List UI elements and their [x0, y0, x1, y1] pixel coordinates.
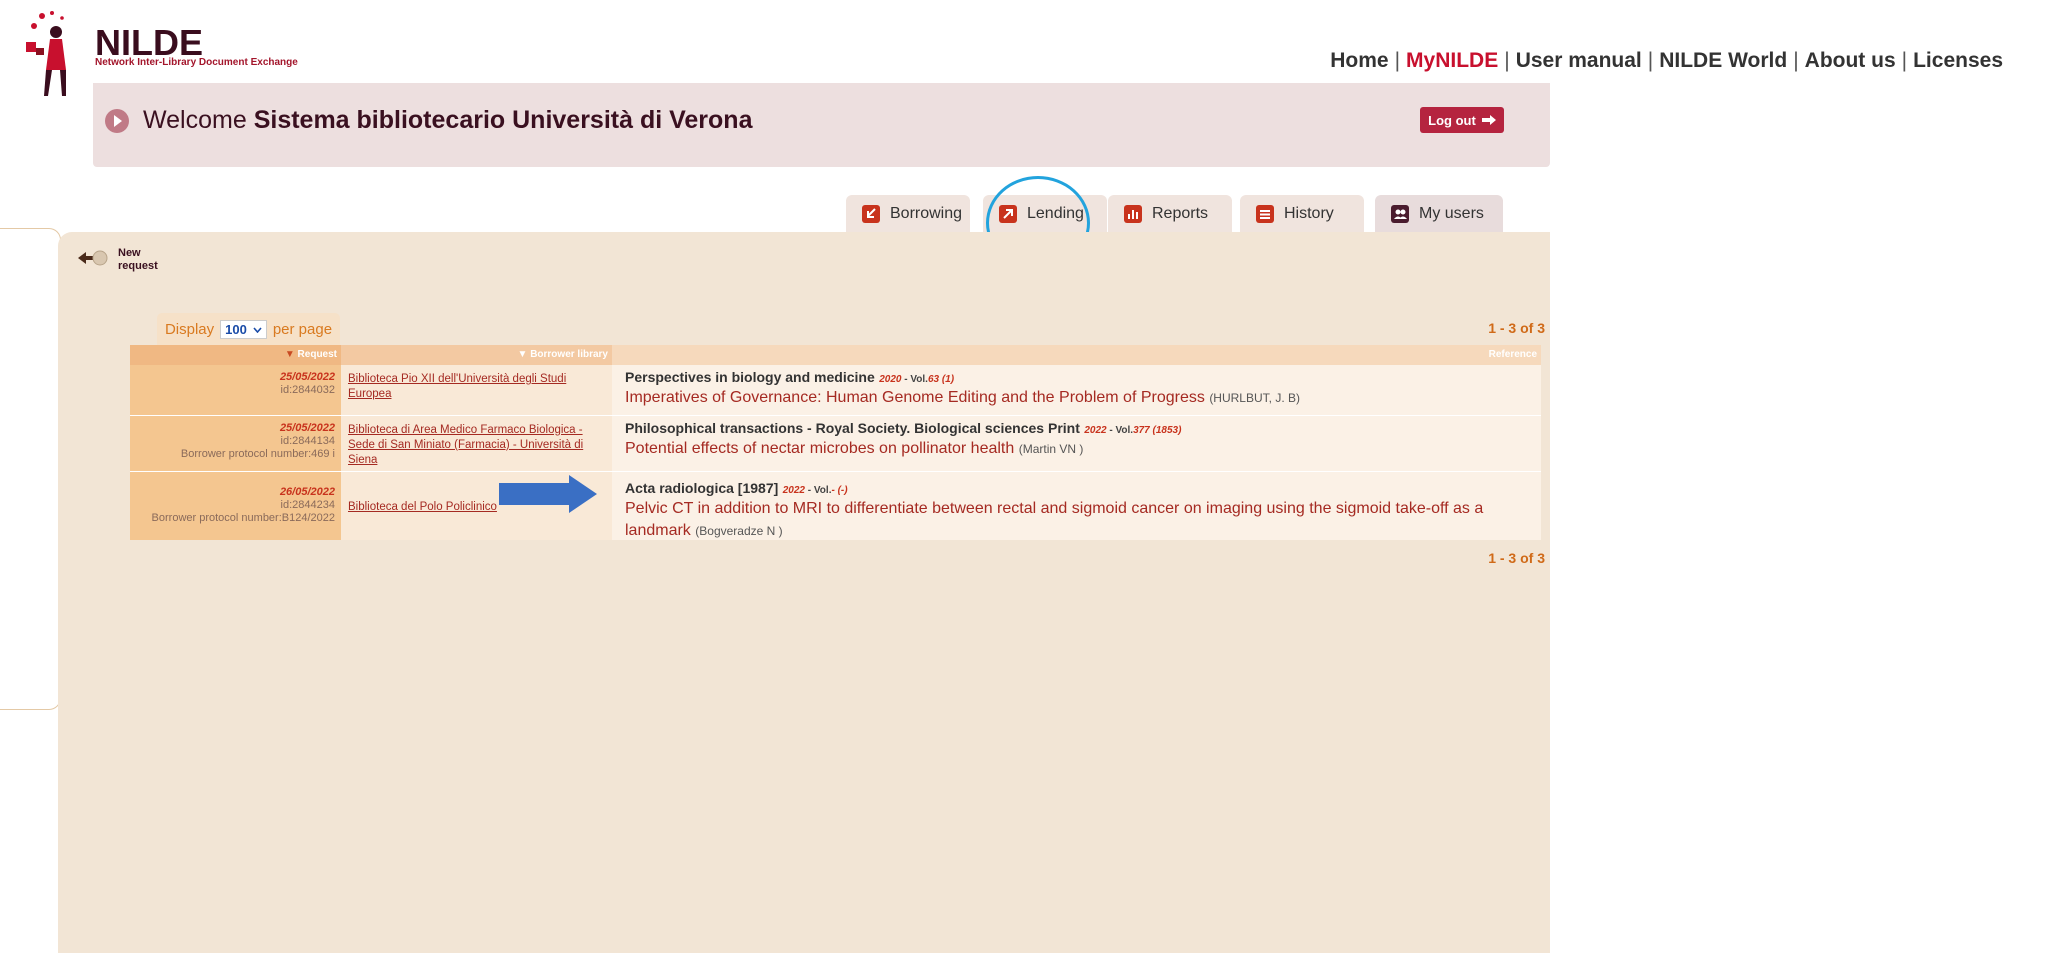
borrower-protocol-number: Borrower protocol number:469 i [180, 448, 335, 460]
request-cell: 25/05/2022 id:2844134 Borrower protocol … [130, 416, 341, 471]
nav-separator: | [1504, 49, 1510, 72]
column-header-request[interactable]: ▼ Request [130, 345, 341, 365]
reference-cell: Acta radiologica [1987] 2022 - Vol.- (-)… [612, 472, 1541, 540]
borrower-cell: Biblioteca di Area Medico Farmaco Biolog… [341, 416, 612, 471]
tab-borrowing[interactable]: Borrowing [846, 195, 970, 233]
volume-label: - Vol. [904, 374, 928, 385]
reference-cell: Perspectives in biology and medicine 202… [612, 365, 1541, 415]
display-label: Display [164, 321, 215, 338]
article-author: (HURLBUT, J. B) [1209, 391, 1300, 405]
tab-borrowing-label: Borrowing [890, 205, 963, 222]
tab-reports[interactable]: Reports [1108, 195, 1232, 233]
welcome-message: Welcome Sistema bibliotecario Università… [143, 106, 752, 135]
column-request-label: Request [297, 349, 337, 360]
journal-title: Acta radiologica [1987] [625, 480, 779, 496]
logo-subtitle: Network Inter-Library Document Exchange [95, 57, 298, 68]
welcome-prefix: Welcome [143, 106, 247, 134]
table-row[interactable]: 26/05/2022 id:2844234 Borrower protocol … [130, 472, 1541, 540]
request-date: 26/05/2022 [279, 486, 335, 498]
journal-year: 2022 [1084, 425, 1107, 436]
pager-top: 1 - 3 of 3 [1488, 320, 1545, 336]
nav-separator: | [1394, 49, 1401, 72]
article-title[interactable]: Imperatives of Governance: Human Genome … [625, 389, 1205, 406]
per-page-select[interactable]: 100 [220, 320, 267, 339]
arrow-right-icon [1481, 115, 1496, 125]
tab-my-users-label: My users [1419, 205, 1484, 222]
column-borrower-label: Borrower library [530, 349, 608, 360]
sort-triangle-icon: ▼ [517, 349, 528, 360]
request-date: 25/05/2022 [279, 422, 335, 434]
sort-triangle-icon: ▼ [284, 349, 295, 360]
tab-reports-label: Reports [1152, 205, 1209, 222]
display-per-page-control: Display 100 per page [157, 313, 340, 346]
new-request-icon[interactable] [78, 248, 108, 268]
play-circle-icon [105, 109, 129, 133]
borrower-library-link[interactable]: Biblioteca del Polo Policlinico [348, 501, 497, 513]
request-id: id:2844234 [280, 499, 335, 511]
nav-separator: | [1647, 49, 1654, 72]
table-header: ▼ Request ▼ Borrower library Reference [130, 345, 1541, 365]
logout-label: Log out [1428, 112, 1476, 128]
article-title[interactable]: Potential effects of nectar microbes on … [625, 440, 1014, 457]
nav-home[interactable]: Home [1330, 49, 1388, 73]
nav-nilde-world[interactable]: NILDE World [1659, 49, 1787, 73]
nav-about-us[interactable]: About us [1805, 49, 1896, 73]
nav-mynilde[interactable]: MyNILDE [1406, 49, 1498, 73]
volume-label: - Vol. [1109, 425, 1134, 436]
reports-icon [1124, 205, 1142, 223]
table-row[interactable]: 25/05/2022 id:2844032 Biblioteca Pio XII… [130, 365, 1541, 415]
nilde-logo-figure [26, 11, 66, 96]
welcome-bar: Welcome Sistema bibliotecario Università… [93, 83, 1550, 167]
my-users-icon [1391, 205, 1409, 223]
nav-separator: | [1901, 49, 1908, 72]
library-name: Sistema bibliotecario Università di Vero… [253, 106, 753, 134]
nav-user-manual[interactable]: User manual [1516, 49, 1642, 73]
journal-year: 2022 [782, 485, 805, 496]
request-id: id:2844032 [280, 384, 335, 396]
logout-button[interactable]: Log out [1420, 107, 1504, 133]
volume-label: - Vol. [807, 485, 832, 496]
journal-title: Perspectives in biology and medicine [625, 369, 875, 385]
table-row[interactable]: 25/05/2022 id:2844134 Borrower protocol … [130, 416, 1541, 471]
article-author: (Bogveradze N ) [695, 524, 783, 538]
column-header-borrower[interactable]: ▼ Borrower library [341, 345, 612, 365]
journal-volume: 377 (1853) [1133, 425, 1182, 436]
borrower-cell: Biblioteca Pio XII dell'Università degli… [341, 365, 612, 415]
borrower-protocol-number: Borrower protocol number:B124/2022 [151, 512, 335, 524]
journal-year: 2020 [879, 374, 902, 385]
nav-licenses[interactable]: Licenses [1913, 49, 2003, 73]
borrowing-icon [862, 205, 880, 223]
top-navigation: Home | MyNILDE | User manual | NILDE Wor… [1330, 49, 2003, 73]
nav-separator: | [1793, 49, 1799, 72]
request-date: 25/05/2022 [279, 371, 335, 383]
request-id: id:2844134 [280, 435, 335, 447]
history-icon [1256, 205, 1274, 223]
per-page-label: per page [272, 321, 333, 338]
journal-volume: 63 (1) [927, 374, 955, 385]
column-reference-label: Reference [1488, 349, 1537, 360]
pager-bottom: 1 - 3 of 3 [1488, 550, 1545, 566]
left-side-panel [0, 228, 61, 710]
borrower-library-link[interactable]: Biblioteca di Area Medico Farmaco Biolog… [348, 424, 583, 466]
request-cell: 26/05/2022 id:2844234 Borrower protocol … [130, 472, 341, 540]
article-author: (Martin VN ) [1018, 442, 1084, 456]
tab-history[interactable]: History [1240, 195, 1364, 233]
chevron-down-icon [253, 326, 262, 333]
journal-volume: - (-) [831, 485, 848, 496]
tab-my-users[interactable]: My users [1375, 195, 1503, 233]
column-header-reference[interactable]: Reference [612, 345, 1541, 365]
reference-cell: Philosophical transactions - Royal Socie… [612, 416, 1541, 471]
tab-history-label: History [1284, 205, 1334, 222]
new-request-link[interactable]: New request [118, 247, 168, 273]
journal-title: Philosophical transactions - Royal Socie… [625, 420, 1080, 436]
borrower-library-link[interactable]: Biblioteca Pio XII dell'Università degli… [348, 373, 566, 400]
per-page-value: 100 [225, 322, 247, 337]
arrow-annotation-icon [499, 475, 597, 513]
request-cell: 25/05/2022 id:2844032 [130, 365, 341, 415]
